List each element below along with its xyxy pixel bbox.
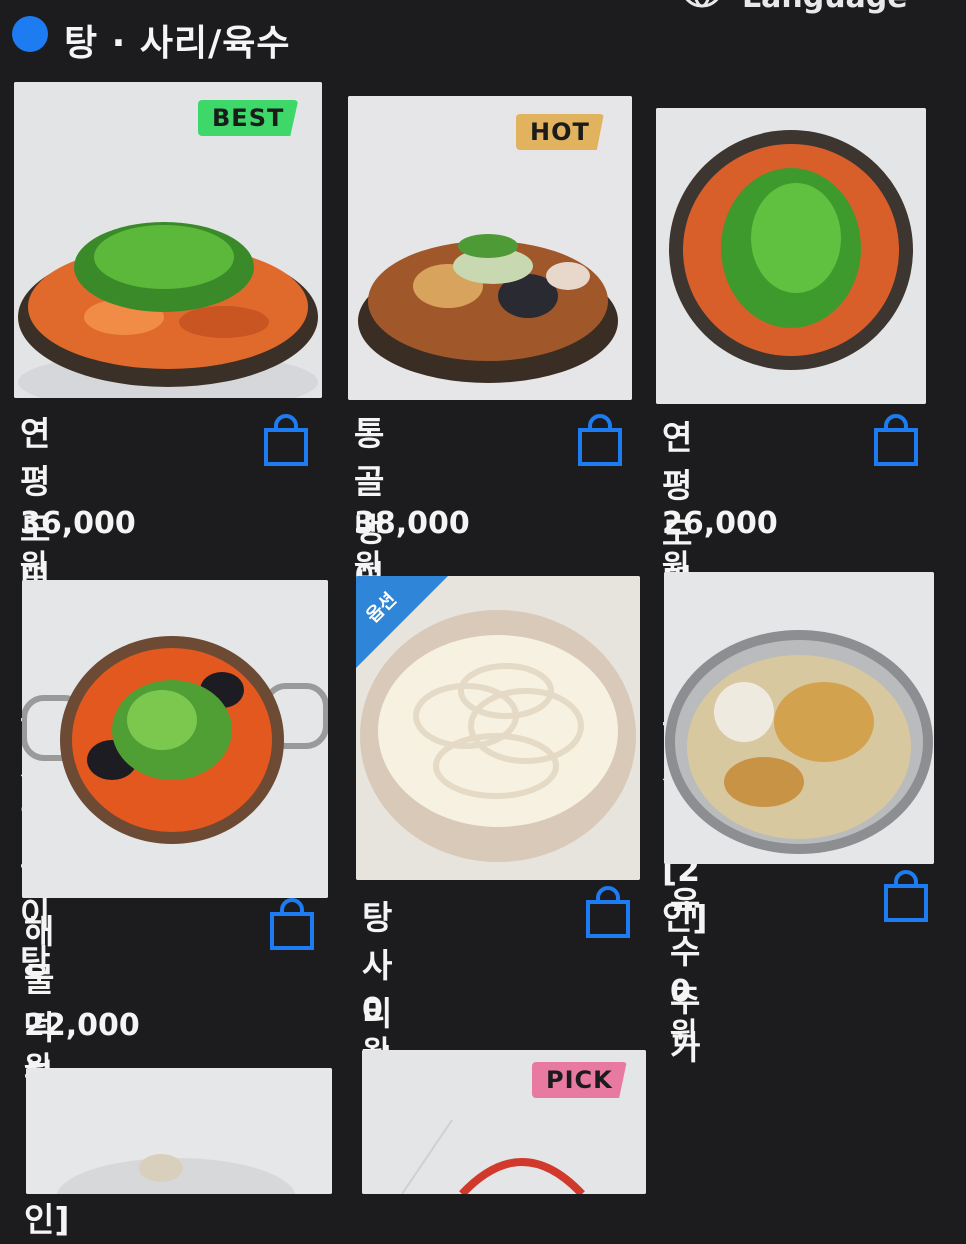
dish-photo: [26, 1068, 332, 1194]
category-header: 탕 · 사리/육수 Language: [0, 0, 966, 80]
menu-item-photo[interactable]: BEST: [14, 82, 322, 398]
category-dot-icon: [12, 16, 48, 52]
menu-item-photo[interactable]: PICK: [362, 1050, 646, 1194]
shopping-bag-icon[interactable]: [872, 414, 920, 468]
menu-item-photo[interactable]: [656, 108, 926, 404]
hotpot-photo: [656, 108, 926, 404]
hot-badge: HOT: [516, 114, 604, 150]
category-title: 탕 · 사리/육수: [64, 23, 291, 64]
shopping-bag-icon[interactable]: [882, 870, 930, 924]
menu-item-photo[interactable]: [664, 572, 934, 864]
menu-item-price: 0 원: [670, 974, 698, 1052]
menu-item-photo[interactable]: HOT: [348, 96, 632, 400]
menu-item-photo[interactable]: [22, 580, 328, 898]
menu-item-photo[interactable]: [26, 1068, 332, 1194]
pick-badge: PICK: [532, 1062, 627, 1098]
menu-item-price: 38,000 원: [354, 506, 470, 584]
menu-item-photo[interactable]: 옵션: [356, 576, 640, 880]
broth-photo: [664, 572, 934, 864]
language-label: Language: [742, 0, 908, 15]
shopping-bag-icon[interactable]: [584, 886, 632, 940]
globe-icon: [685, 0, 719, 8]
best-badge: BEST: [198, 100, 299, 136]
option-ribbon: [356, 576, 448, 668]
shopping-bag-icon[interactable]: [262, 414, 310, 468]
shopping-bag-icon[interactable]: [576, 414, 624, 468]
menu-item-price: 36,000 원: [20, 506, 136, 584]
tteokbokki-photo: [22, 580, 328, 898]
shopping-bag-icon[interactable]: [268, 898, 316, 952]
